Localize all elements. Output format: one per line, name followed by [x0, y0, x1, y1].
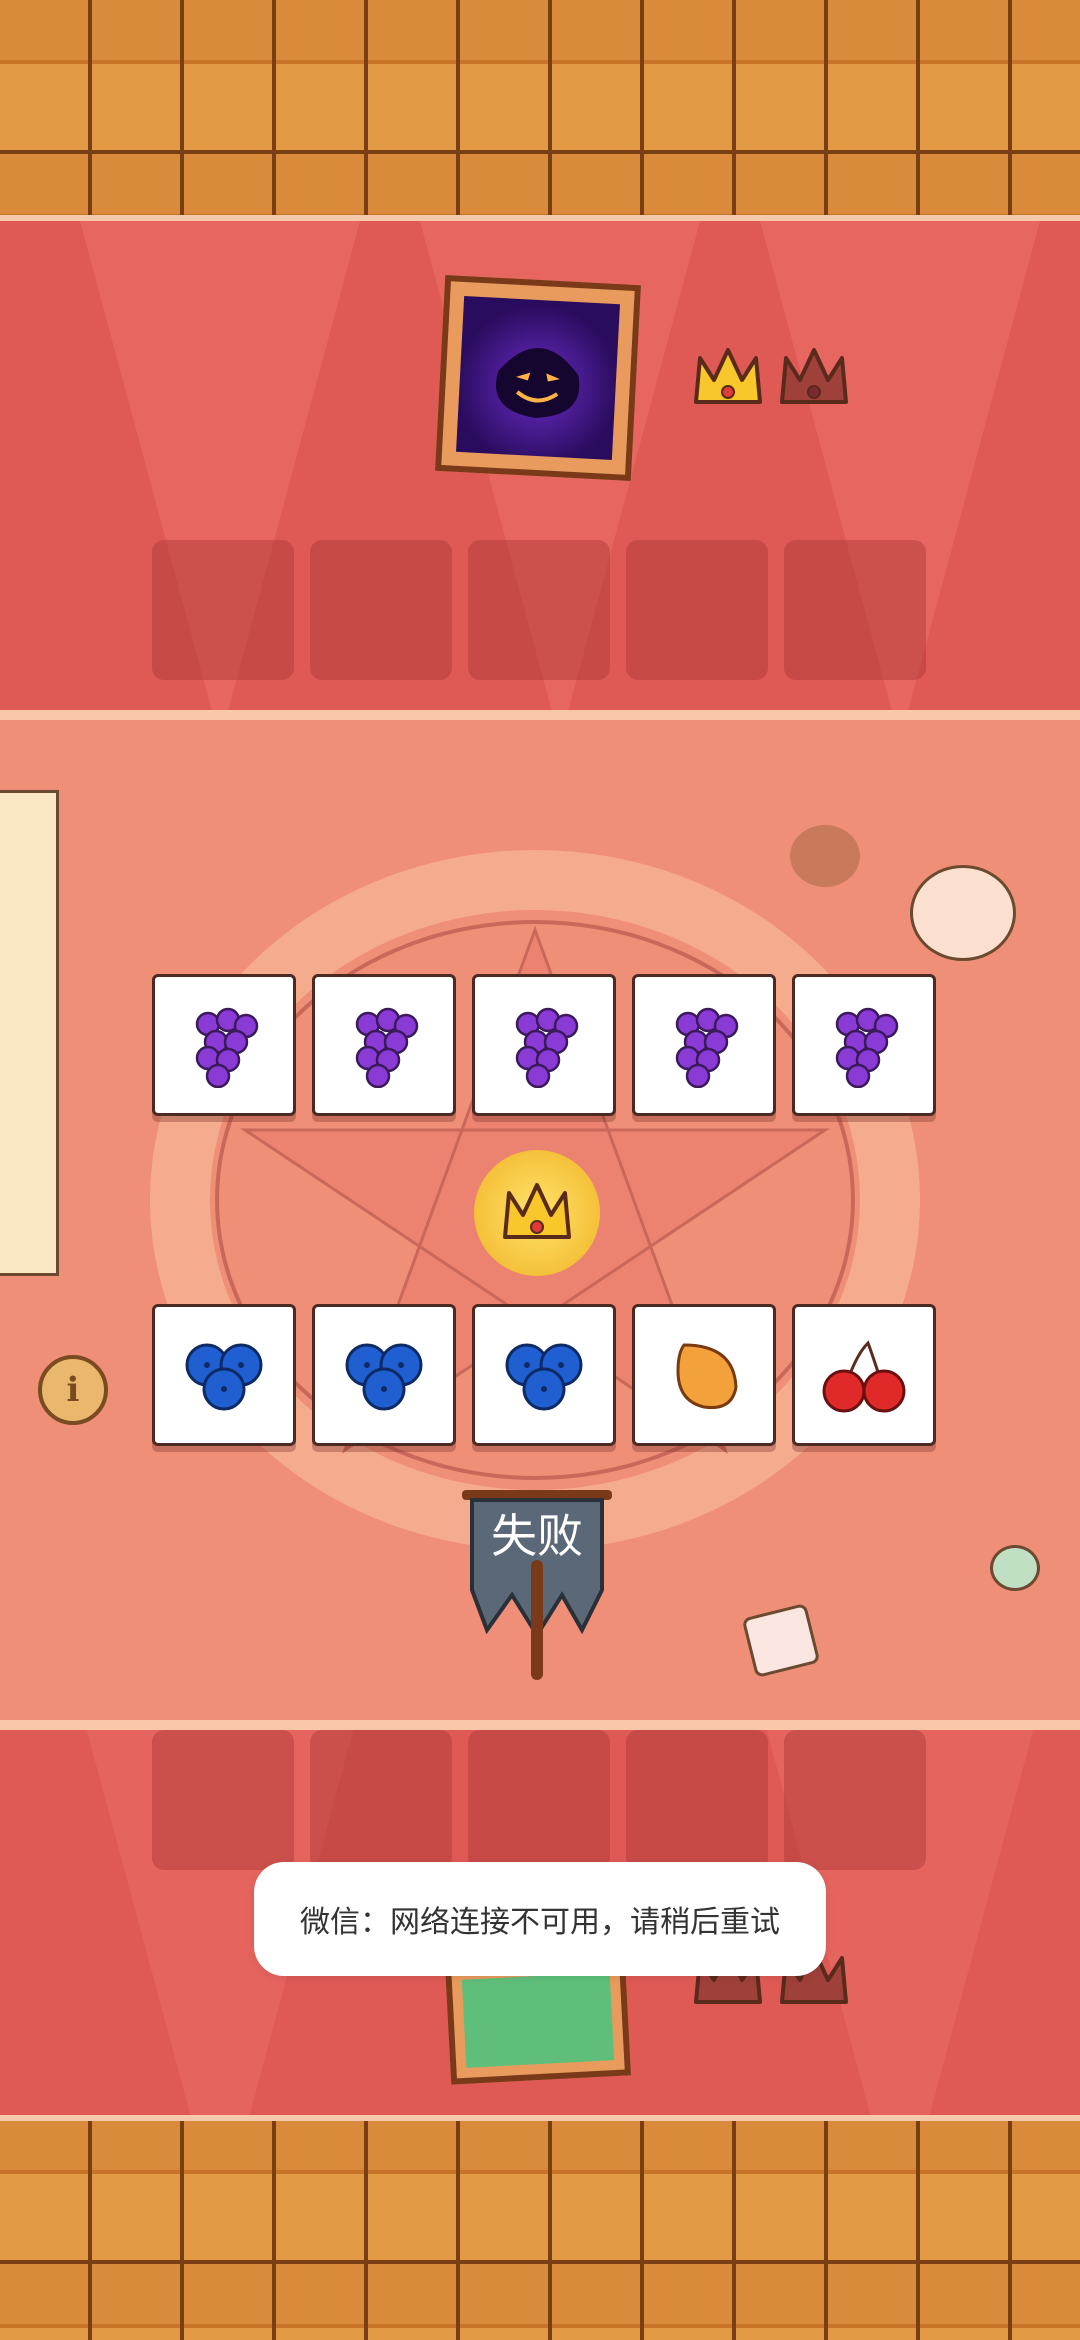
- banner-pole: [531, 1560, 543, 1680]
- info-icon: i: [66, 1370, 80, 1410]
- card-orange[interactable]: [632, 1304, 776, 1446]
- card-grape[interactable]: [472, 974, 616, 1116]
- scroll-paper: [0, 790, 59, 1276]
- opponent-avatar[interactable]: [435, 275, 641, 481]
- wooden-floor-top: [0, 0, 1080, 240]
- card-blueberry[interactable]: [312, 1304, 456, 1446]
- grape-icon: [835, 1007, 899, 1088]
- grape-icon: [195, 1007, 259, 1088]
- blueberry-icon: [505, 1343, 583, 1411]
- player-slot: [310, 1730, 452, 1870]
- card-blueberry[interactable]: [472, 1304, 616, 1446]
- opponent-played-cards: [152, 974, 936, 1116]
- opponent-slots: [152, 540, 926, 680]
- player-slots: [152, 1730, 926, 1870]
- card-grape[interactable]: [792, 974, 936, 1116]
- opponent-slot: [468, 540, 610, 680]
- grape-icon: [515, 1007, 579, 1088]
- grape-icon: [675, 1007, 739, 1088]
- orange-icon: [676, 1343, 738, 1410]
- card-grape[interactable]: [312, 974, 456, 1116]
- player-slot: [468, 1730, 610, 1870]
- player-played-cards: [152, 1304, 936, 1446]
- card-cherry[interactable]: [792, 1304, 936, 1446]
- opponent-slot: [310, 540, 452, 680]
- wooden-floor-bottom: [0, 2110, 1080, 2340]
- result-label: 失败: [491, 1509, 583, 1563]
- blueberry-icon: [345, 1343, 423, 1411]
- player-slot: [784, 1730, 926, 1870]
- card-blueberry[interactable]: [152, 1304, 296, 1446]
- shadow-monster-icon: [456, 296, 620, 460]
- toast-message: 微信：网络连接不可用，请稍后重试: [300, 1905, 780, 1940]
- opponent-crown-2-icon: [780, 348, 848, 404]
- tea-cup-decoration: [910, 865, 1016, 961]
- candy-decoration: [990, 1545, 1040, 1591]
- network-error-toast: 微信：网络连接不可用，请稍后重试: [254, 1862, 826, 1976]
- player-slot: [152, 1730, 294, 1870]
- opponent-slot: [784, 540, 926, 680]
- card-grape[interactable]: [632, 974, 776, 1116]
- info-button[interactable]: i: [38, 1355, 108, 1425]
- blueberry-icon: [185, 1343, 263, 1411]
- center-crown-token: [474, 1150, 600, 1276]
- player-slot: [626, 1730, 768, 1870]
- card-grape[interactable]: [152, 974, 296, 1116]
- opponent-slot: [152, 540, 294, 680]
- opponent-slot: [626, 540, 768, 680]
- grape-icon: [355, 1007, 419, 1088]
- cookie-decoration: [790, 825, 860, 887]
- marshmallow-decoration: [741, 1602, 821, 1679]
- opponent-crown-1-icon: [694, 348, 762, 404]
- green-character-icon: [461, 1972, 615, 2068]
- cherry-icon: [822, 1340, 906, 1413]
- crown-icon: [503, 1183, 571, 1239]
